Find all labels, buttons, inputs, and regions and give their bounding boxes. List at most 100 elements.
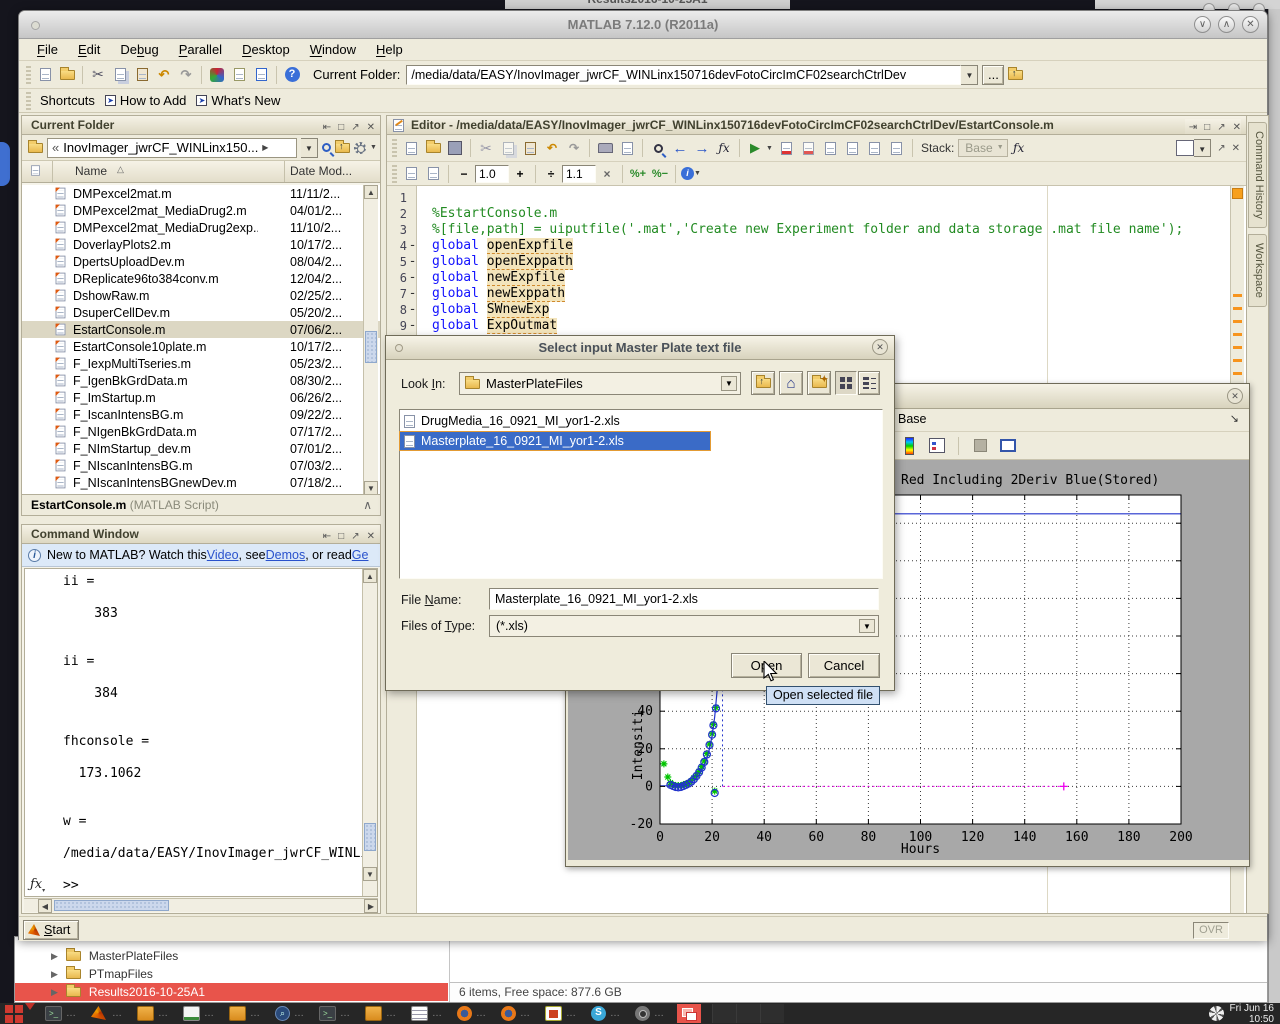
open-file-button[interactable] xyxy=(56,64,78,86)
uncomment-button[interactable]: %− xyxy=(649,163,671,185)
grid-view-button[interactable] xyxy=(835,371,857,395)
code-line[interactable]: 3%[file,path] = uiputfile('.mat','Create… xyxy=(387,222,1246,238)
file-row[interactable]: EstartConsole10plate.m10/17/2... xyxy=(22,338,380,355)
cancel-button[interactable]: Cancel xyxy=(808,653,880,678)
browse-folder-button[interactable]: ... xyxy=(982,65,1004,85)
divide-value-button[interactable]: ÷ xyxy=(540,163,562,185)
toolbar-handle[interactable] xyxy=(392,165,397,183)
menu-parallel[interactable]: Parallel xyxy=(169,40,232,59)
function-browser-button[interactable]: ƒx xyxy=(713,137,735,159)
tree-item[interactable]: ▶MasterPlateFiles xyxy=(15,947,448,965)
fx-function-hints-icon[interactable]: ƒx xyxy=(30,877,45,892)
minimize-button[interactable]: ∨ xyxy=(1194,16,1211,33)
code-line[interactable]: 8-global SWnewExp xyxy=(387,302,1246,318)
cut-button[interactable]: ✂ xyxy=(87,64,109,86)
file-manager-2-launcher[interactable]: … xyxy=(227,1005,262,1022)
open-button[interactable]: Open xyxy=(731,653,802,678)
step-button[interactable] xyxy=(820,137,842,159)
files-of-type-combo[interactable]: (*.xls) ▼ xyxy=(489,615,879,637)
home-button[interactable]: ⌂ xyxy=(779,371,803,395)
insert-colorbar-button[interactable] xyxy=(898,435,920,457)
scrollbar-thumb[interactable] xyxy=(54,900,169,911)
set-clear-breakpoint-button[interactable] xyxy=(776,137,798,159)
file-row[interactable]: DMPexcel2mat_MediaDrug2.m04/01/2... xyxy=(22,202,380,219)
file-row[interactable]: F_NIgenBkGrdData.m07/17/2... xyxy=(22,423,380,440)
show-plot-tools-button[interactable] xyxy=(997,435,1019,457)
toolbar-handle[interactable] xyxy=(392,139,397,157)
menu-file[interactable]: File xyxy=(27,40,68,59)
matlab-launcher[interactable]: … xyxy=(89,1005,124,1022)
column-name[interactable]: Name xyxy=(75,164,107,178)
executable-line-marker[interactable]: - xyxy=(408,238,417,254)
command-output-area[interactable]: ii = 383 ii = 384 fhconsole = 173.1062 w… xyxy=(24,568,378,897)
split-screen-button[interactable] xyxy=(1176,140,1194,156)
print-button[interactable] xyxy=(594,137,616,159)
libreoffice-calc-launcher[interactable]: … xyxy=(181,1005,216,1022)
cut-button[interactable]: ✂ xyxy=(475,137,497,159)
tree-item[interactable]: ▶Results2016-10-25A1 xyxy=(15,983,448,1001)
file-manager-launcher[interactable]: … xyxy=(135,1005,170,1022)
executable-line-marker[interactable]: - xyxy=(408,302,417,318)
function-hints-button[interactable]: ƒx xyxy=(1008,137,1030,159)
dialog-file-row[interactable]: Masterplate_16_0921_MI_yor1-2.xls xyxy=(400,432,710,450)
executable-line-marker[interactable]: - xyxy=(408,286,417,302)
screenshot-tool-launcher[interactable] xyxy=(677,1004,701,1023)
mlint-status-icon[interactable] xyxy=(1232,188,1243,199)
figure-menu-fragment[interactable]: Base xyxy=(898,412,927,426)
gear-dropdown-icon[interactable]: ▼ xyxy=(370,144,377,151)
scroll-down-icon[interactable]: ▼ xyxy=(363,867,377,881)
expand-arrow-icon[interactable]: ▶ xyxy=(51,987,58,998)
undock-icon[interactable]: ↗ xyxy=(1217,119,1225,135)
close-button[interactable]: ✕ xyxy=(1242,16,1259,33)
save-button[interactable] xyxy=(444,137,466,159)
file-list-scrollbar[interactable]: ▲ ▼ xyxy=(363,185,378,495)
copy-button[interactable] xyxy=(497,137,519,159)
value-field-2[interactable] xyxy=(562,165,596,183)
insert-cell-button[interactable] xyxy=(400,163,422,185)
step-in-button[interactable] xyxy=(842,137,864,159)
sort-ascending-icon[interactable]: △ xyxy=(117,164,124,175)
up-folder-button[interactable]: ↑ xyxy=(1004,64,1026,86)
matlab-titlebar[interactable]: MATLAB 7.12.0 (R2011a) ∨ ∧ ✕ xyxy=(19,11,1267,39)
scroll-left-icon[interactable]: ◀ xyxy=(38,899,52,913)
redo-button[interactable]: ↷ xyxy=(175,64,197,86)
terminal-2-launcher[interactable]: >_… xyxy=(317,1005,352,1022)
terminal-launcher[interactable]: >_… xyxy=(43,1005,78,1022)
camera-app-launcher[interactable]: … xyxy=(633,1005,666,1022)
menu-window[interactable]: Window xyxy=(300,40,366,59)
file-row[interactable]: DpertsUploadDev.m08/04/2... xyxy=(22,253,380,270)
menu-desktop[interactable]: Desktop xyxy=(232,40,300,59)
text-editor-launcher[interactable]: … xyxy=(409,1005,444,1022)
new-button[interactable] xyxy=(400,137,422,159)
undo-button[interactable]: ↶ xyxy=(541,137,563,159)
file-row[interactable]: DMPexcel2mat_MediaDrug2exp...11/10/2... xyxy=(22,219,380,236)
applications-menu-button[interactable] xyxy=(3,1004,33,1023)
demos-link[interactable]: Demos xyxy=(266,548,306,562)
paste-button[interactable] xyxy=(131,64,153,86)
file-row[interactable]: F_NIscanIntensBG.m07/03/2... xyxy=(22,457,380,474)
scrollbar-thumb[interactable] xyxy=(365,331,377,363)
run-dropdown-icon[interactable]: ▼ xyxy=(766,145,773,152)
simulink-button[interactable] xyxy=(206,64,228,86)
file-name-input[interactable] xyxy=(489,588,879,610)
expand-arrow-icon[interactable]: ▶ xyxy=(51,951,58,962)
executable-line-marker[interactable]: - xyxy=(408,270,417,286)
code-line[interactable]: 2%EstartConsole.m xyxy=(387,206,1246,222)
scroll-up-icon[interactable]: ▲ xyxy=(364,185,378,199)
path-dropdown-button[interactable]: ▼ xyxy=(961,65,978,85)
details-button[interactable]: i▼ xyxy=(680,163,702,185)
split-dropdown-button[interactable]: ▼ xyxy=(1194,139,1211,157)
profiler-button[interactable] xyxy=(250,64,272,86)
print-preview-button[interactable] xyxy=(616,137,638,159)
comment-button[interactable]: %+ xyxy=(627,163,649,185)
up-one-level-button[interactable]: ↑ xyxy=(751,371,775,395)
address-dropdown-button[interactable]: ▼ xyxy=(301,138,318,158)
file-row[interactable]: F_IscanIntensBG.m09/22/2... xyxy=(22,406,380,423)
figure-close-icon[interactable]: ✕ xyxy=(1227,388,1243,404)
gear-icon[interactable] xyxy=(354,142,366,154)
executable-line-marker[interactable]: - xyxy=(408,318,417,334)
tab-command-history[interactable]: Command History xyxy=(1248,122,1267,228)
code-line[interactable]: 9-global ExpOutmat xyxy=(387,318,1246,334)
getting-started-link[interactable]: Ge xyxy=(352,548,369,562)
decrease-value-button[interactable]: − xyxy=(453,163,475,185)
